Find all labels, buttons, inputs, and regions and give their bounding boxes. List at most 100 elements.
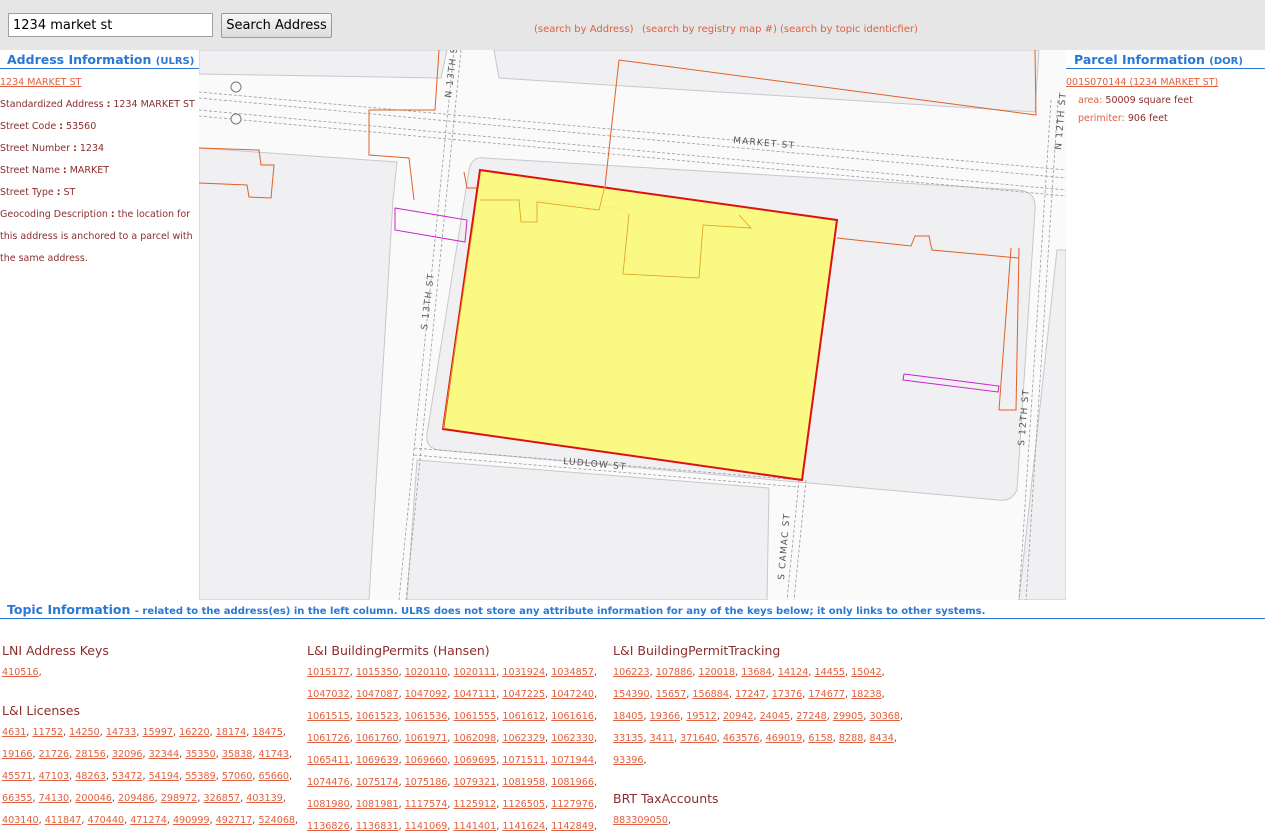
topic-key-link[interactable]: 1126505 xyxy=(502,799,545,810)
topic-key-link[interactable]: 403139 xyxy=(246,793,283,804)
topic-key-link[interactable]: 200046 xyxy=(75,793,112,804)
topic-key-link[interactable]: 1117574 xyxy=(405,799,448,810)
topic-key-link[interactable]: 156884 xyxy=(692,689,729,700)
topic-key-link[interactable]: 16220 xyxy=(179,727,210,738)
topic-key-link[interactable]: 1047111 xyxy=(454,689,497,700)
topic-key-link[interactable]: 33135 xyxy=(613,733,644,744)
topic-key-link[interactable]: 17376 xyxy=(772,689,803,700)
topic-key-link[interactable]: 1061515 xyxy=(307,711,350,722)
topic-key-link[interactable]: 29905 xyxy=(833,711,864,722)
topic-key-link[interactable]: 19166 xyxy=(2,749,33,760)
topic-key-link[interactable]: 65660 xyxy=(258,771,289,782)
topic-key-link[interactable]: 54194 xyxy=(149,771,180,782)
topic-key-link[interactable]: 326857 xyxy=(203,793,240,804)
topic-key-link[interactable]: 1075186 xyxy=(405,777,448,788)
search-address-button[interactable]: Search Address xyxy=(221,13,332,38)
topic-key-link[interactable]: 19366 xyxy=(650,711,681,722)
topic-key-link[interactable]: 32096 xyxy=(112,749,143,760)
topic-key-link[interactable]: 35838 xyxy=(222,749,253,760)
topic-key-link[interactable]: 1069639 xyxy=(356,755,399,766)
topic-key-link[interactable]: 4631 xyxy=(2,727,26,738)
topic-key-link[interactable]: 1081981 xyxy=(356,799,399,810)
topic-key-link[interactable]: 21726 xyxy=(39,749,70,760)
topic-key-link[interactable]: 18238 xyxy=(851,689,882,700)
topic-key-link[interactable]: 74130 xyxy=(39,793,70,804)
topic-key-link[interactable]: 410516 xyxy=(2,667,39,678)
topic-key-link[interactable]: 32344 xyxy=(149,749,180,760)
topic-key-link[interactable]: 1069695 xyxy=(454,755,497,766)
search-by-address-link[interactable]: (search by Address) xyxy=(534,24,633,35)
topic-key-link[interactable]: 298972 xyxy=(161,793,198,804)
topic-key-link[interactable]: 1075174 xyxy=(356,777,399,788)
topic-key-link[interactable]: 1141401 xyxy=(454,821,497,832)
topic-key-link[interactable]: 1031924 xyxy=(502,667,545,678)
topic-key-link[interactable]: 55389 xyxy=(185,771,216,782)
topic-key-link[interactable]: 1142849 xyxy=(551,821,594,832)
topic-key-link[interactable]: 1069660 xyxy=(405,755,448,766)
topic-key-link[interactable]: 463576 xyxy=(723,733,760,744)
topic-key-link[interactable]: 18174 xyxy=(216,727,247,738)
topic-key-link[interactable]: 1020111 xyxy=(454,667,497,678)
topic-key-link[interactable]: 24045 xyxy=(760,711,791,722)
topic-key-link[interactable]: 1047032 xyxy=(307,689,350,700)
topic-key-link[interactable]: 1061523 xyxy=(356,711,399,722)
topic-key-link[interactable]: 1141624 xyxy=(502,821,545,832)
topic-key-link[interactable]: 3411 xyxy=(650,733,674,744)
topic-key-link[interactable]: 1125912 xyxy=(454,799,497,810)
topic-key-link[interactable]: 154390 xyxy=(613,689,650,700)
topic-key-link[interactable]: 174677 xyxy=(808,689,845,700)
topic-key-link[interactable]: 14733 xyxy=(106,727,137,738)
topic-key-link[interactable]: 28156 xyxy=(75,749,106,760)
search-by-registry-map-link[interactable]: (search by registry map #) xyxy=(642,24,777,35)
topic-key-link[interactable]: 14455 xyxy=(814,667,845,678)
topic-key-link[interactable]: 403140 xyxy=(2,815,39,826)
topic-key-link[interactable]: 1065411 xyxy=(307,755,350,766)
topic-key-link[interactable]: 19512 xyxy=(686,711,717,722)
topic-key-link[interactable]: 45571 xyxy=(2,771,33,782)
selected-parcel[interactable] xyxy=(441,168,839,482)
topic-key-link[interactable]: 106223 xyxy=(613,667,650,678)
search-input[interactable] xyxy=(8,13,213,37)
topic-key-link[interactable]: 41743 xyxy=(258,749,289,760)
topic-key-link[interactable]: 1034857 xyxy=(551,667,594,678)
topic-key-link[interactable]: 1061555 xyxy=(454,711,497,722)
topic-key-link[interactable]: 53472 xyxy=(112,771,143,782)
topic-key-link[interactable]: 1061726 xyxy=(307,733,350,744)
topic-key-link[interactable]: 11752 xyxy=(33,727,64,738)
topic-key-link[interactable]: 8288 xyxy=(839,733,863,744)
topic-key-link[interactable]: 1062330 xyxy=(551,733,594,744)
topic-key-link[interactable]: 1061536 xyxy=(405,711,448,722)
topic-key-link[interactable]: 15657 xyxy=(656,689,687,700)
topic-key-link[interactable]: 1061971 xyxy=(405,733,448,744)
topic-key-link[interactable]: 1081966 xyxy=(551,777,594,788)
address-link[interactable]: 1234 MARKET ST xyxy=(0,77,81,88)
topic-key-link[interactable]: 13684 xyxy=(741,667,772,678)
topic-key-link[interactable]: 15997 xyxy=(142,727,173,738)
topic-key-link[interactable]: 20942 xyxy=(723,711,754,722)
topic-key-link[interactable]: 1071944 xyxy=(551,755,594,766)
topic-key-link[interactable]: 1061760 xyxy=(356,733,399,744)
topic-key-link[interactable]: 1015177 xyxy=(307,667,350,678)
topic-key-link[interactable]: 18405 xyxy=(613,711,644,722)
topic-key-link[interactable]: 371640 xyxy=(680,733,717,744)
topic-key-link[interactable]: 120018 xyxy=(698,667,735,678)
search-by-topic-link[interactable]: (search by topic identicfier) xyxy=(780,24,918,35)
topic-key-link[interactable]: 17247 xyxy=(735,689,766,700)
topic-key-link[interactable]: 471274 xyxy=(130,815,167,826)
topic-key-link[interactable]: 1061612 xyxy=(502,711,545,722)
topic-key-link[interactable]: 48263 xyxy=(75,771,106,782)
topic-key-link[interactable]: 1047225 xyxy=(502,689,545,700)
topic-key-link[interactable]: 1015350 xyxy=(356,667,399,678)
topic-key-link[interactable]: 1062098 xyxy=(454,733,497,744)
topic-key-link[interactable]: 524068 xyxy=(258,815,295,826)
topic-key-link[interactable]: 1071511 xyxy=(502,755,545,766)
topic-key-link[interactable]: 14124 xyxy=(778,667,809,678)
topic-key-link[interactable]: 470440 xyxy=(87,815,124,826)
topic-key-link[interactable]: 1062329 xyxy=(502,733,545,744)
topic-key-link[interactable]: 1141069 xyxy=(405,821,448,832)
topic-key-link[interactable]: 492717 xyxy=(216,815,253,826)
topic-key-link[interactable]: 30368 xyxy=(869,711,900,722)
topic-key-link[interactable]: 209486 xyxy=(118,793,155,804)
topic-key-link[interactable]: 1047092 xyxy=(405,689,448,700)
topic-key-link[interactable]: 469019 xyxy=(766,733,803,744)
